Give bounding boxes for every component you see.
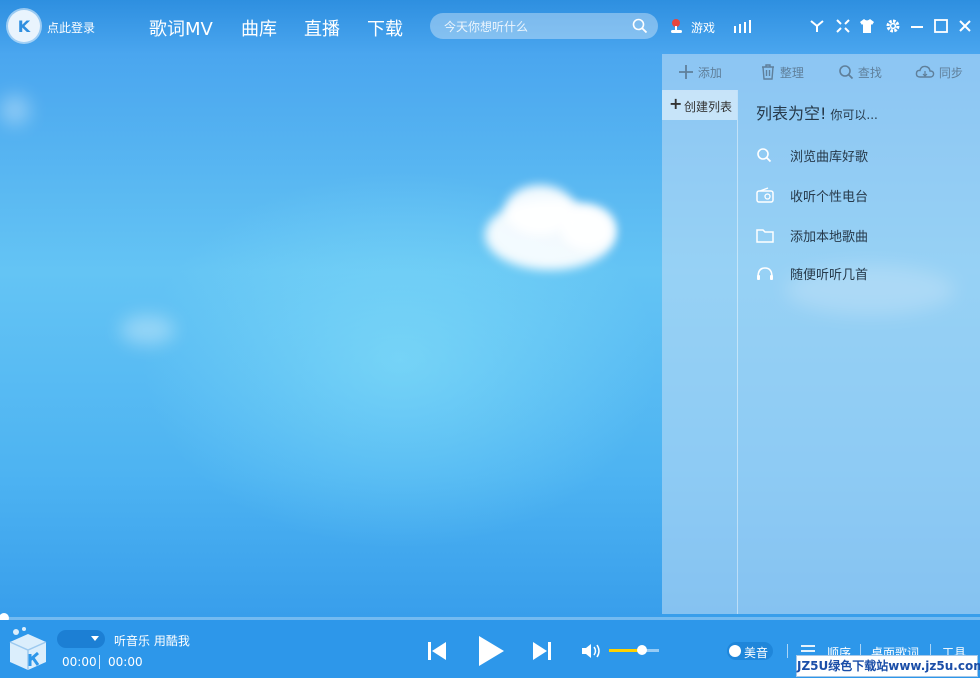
compact-mode-icon[interactable]	[835, 18, 851, 34]
volume-knob[interactable]	[636, 645, 647, 655]
game-link[interactable]: 游戏	[691, 19, 715, 36]
plus-icon	[679, 65, 693, 79]
minimize-icon[interactable]	[909, 18, 925, 34]
watermark-banner: JZ5U绿色下载站www.jz5u.com	[796, 655, 980, 677]
player-slogan: 听音乐 用酷我	[114, 634, 190, 648]
title-bar: K 点此登录 歌词MV 曲库 直播 下载 游戏	[0, 0, 980, 54]
kuwo-music-window: K 点此登录 歌词MV 曲库 直播 下载 游戏	[0, 0, 980, 678]
skin-shirt-icon[interactable]	[859, 18, 875, 34]
quality-dropdown[interactable]	[57, 630, 105, 648]
signal-bars-icon[interactable]	[733, 20, 751, 34]
find-label: 查找	[857, 66, 882, 80]
sync-label: 同步	[938, 66, 963, 80]
folder-icon	[756, 229, 774, 243]
organize-label: 整理	[779, 66, 804, 80]
empty-list-message: 列表为空! 你可以...	[756, 100, 878, 124]
create-list-label: 创建列表	[684, 100, 733, 114]
radio-icon	[756, 187, 774, 203]
search-box	[430, 13, 658, 39]
previous-track-icon[interactable]	[427, 640, 447, 662]
chevron-down-icon	[91, 636, 99, 641]
suggestion-label: 随便听听几首	[790, 268, 869, 283]
search-icon	[757, 148, 772, 163]
sound-effect-label: 美音	[744, 646, 769, 660]
add-label: 添加	[697, 66, 722, 80]
maximize-icon[interactable]	[933, 18, 949, 34]
player-bar: 听音乐 用酷我 00:00 00:00 美音 顺序 桌面歌词 工具 JZ5U绿色…	[0, 620, 980, 678]
suggestion-label: 浏览曲库好歌	[790, 150, 869, 165]
organize-button[interactable]: 整理	[760, 64, 804, 81]
cloud-icon	[915, 65, 935, 78]
game-joystick-icon[interactable]	[669, 17, 687, 35]
divider	[787, 644, 788, 658]
login-link[interactable]: 点此登录	[47, 19, 95, 36]
find-button[interactable]: 查找	[838, 64, 882, 81]
album-cover-icon[interactable]	[4, 626, 52, 674]
playlist-panel: 添加 整理 查找 同步 + 创建列表 列表为空! 你可以... 浏览曲库好歌 收…	[662, 54, 980, 614]
search-input[interactable]	[442, 17, 626, 37]
current-time: 00:00	[62, 655, 97, 669]
empty-title: 列表为空!	[756, 104, 827, 123]
settings-gear-icon[interactable]	[885, 18, 901, 34]
plus-icon: +	[669, 94, 683, 113]
volume-slider[interactable]	[609, 645, 659, 655]
total-time: 00:00	[108, 655, 143, 669]
nav-download[interactable]: 下载	[367, 15, 403, 41]
toggle-knob	[729, 645, 741, 657]
sync-button[interactable]: 同步	[915, 64, 963, 81]
time-divider	[99, 655, 100, 669]
create-list-button[interactable]: + 创建列表	[662, 90, 737, 120]
next-track-icon[interactable]	[532, 640, 552, 662]
nav-lyrics-mv[interactable]: 歌词MV	[149, 15, 213, 41]
suggestion-label: 收听个性电台	[790, 190, 869, 205]
close-icon[interactable]	[957, 18, 973, 34]
play-icon[interactable]	[477, 635, 505, 667]
nav-library[interactable]: 曲库	[241, 15, 277, 41]
mini-mode-icon[interactable]	[809, 18, 825, 34]
nav-live[interactable]: 直播	[304, 15, 340, 41]
search-icon[interactable]	[632, 18, 648, 34]
kuwo-logo[interactable]: K	[8, 10, 40, 42]
search-icon	[839, 65, 854, 80]
trash-icon	[762, 64, 774, 80]
add-button[interactable]: 添加	[678, 64, 722, 81]
volume-icon[interactable]	[581, 642, 603, 660]
sound-effect-toggle[interactable]: 美音	[727, 642, 773, 660]
playlist-sidebar: + 创建列表	[662, 90, 738, 614]
empty-hint: 你可以...	[830, 108, 878, 122]
playlist-toolbar: 添加 整理 查找 同步	[662, 54, 980, 90]
suggestion-label: 添加本地歌曲	[790, 230, 869, 245]
headphones-icon	[757, 267, 773, 280]
